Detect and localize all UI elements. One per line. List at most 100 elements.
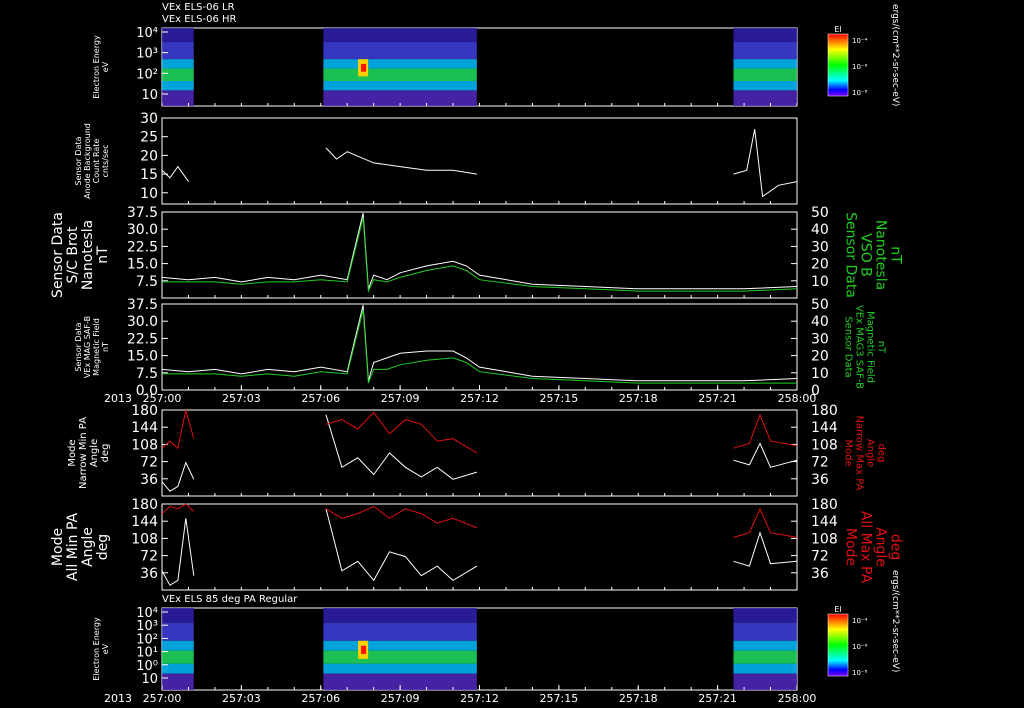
y-axis-label-line: nT: [95, 246, 111, 264]
y2-tick-label: 10: [811, 366, 829, 382]
y2-axis-label-line: Sensor Data: [842, 316, 853, 377]
x-tick-label: 257:18: [619, 392, 658, 405]
colorbar-tick-label: 10⁻⁶: [852, 643, 868, 651]
panel-frame-5: [161, 409, 798, 497]
y2-axis-label-line: Sensor Data: [843, 212, 859, 298]
y-axis-label-line: Electron Energy: [92, 617, 101, 681]
series-red-line-panel5: [325, 411, 478, 454]
y-tick-label: 36: [140, 472, 158, 488]
x-tick-label: 257:21: [698, 392, 737, 405]
y2-tick-label: 30: [811, 331, 829, 347]
x-tick-label: 257:21: [698, 692, 737, 705]
y-tick-label: 7.5: [136, 366, 158, 382]
colorbar-tick-label: 10⁻⁶: [852, 63, 868, 71]
series-white-line-panel2: [161, 165, 189, 182]
series-red-line-panel5: [733, 413, 798, 449]
series-white-line-panel6: [325, 508, 478, 582]
y-axis-label-line: Magnetic Field: [92, 318, 101, 376]
colorbar-unit-bottom: ergs/(cm**2-sr-sec-eV): [890, 570, 900, 672]
y-axis-label-line: eV: [101, 61, 110, 72]
y-axis-label-line: Narrow Min PA: [78, 417, 89, 489]
y2-tick-label: 50: [811, 205, 829, 221]
colorbar-1: [827, 33, 849, 97]
y2-axis-label-line: deg: [875, 444, 886, 463]
x-tick-label: 257:12: [460, 692, 499, 705]
y-axis-label-line: eV: [101, 643, 110, 654]
y-axis-label-line: cnts/sec: [101, 145, 110, 178]
x-tick-label: 257:03: [222, 392, 261, 405]
y-tick-label: 10²: [136, 67, 158, 82]
y-axis-label-line: Sensor Data: [50, 212, 66, 298]
colorbar-2: [827, 613, 849, 677]
colorbar-tick-label: 10⁻⁴: [852, 617, 868, 625]
y-tick-label: 10²: [136, 632, 158, 647]
y-tick-label: 180: [131, 497, 158, 513]
y-tick-label: 30.0: [127, 222, 158, 238]
panel-frame-6: [161, 503, 798, 591]
x-tick-label: 257:00: [143, 392, 182, 405]
y-tick-label: 10: [141, 672, 158, 687]
y-tick-label: 15.0: [127, 349, 158, 365]
y-axis-label-line: deg: [95, 534, 111, 560]
y-tick-label: 72: [140, 455, 158, 471]
series-white-line-panel6: [733, 531, 798, 567]
y2-tick-label: 144: [811, 514, 838, 530]
y2-tick-label: 30: [811, 239, 829, 255]
y2-tick-label: 40: [811, 222, 829, 238]
series-red-line-panel6: [161, 503, 195, 514]
heatmap-block-1-3: [733, 28, 797, 106]
y2-tick-label: 108: [811, 437, 838, 453]
y-tick-label: 15: [140, 167, 158, 183]
series-white-line-panel2: [733, 129, 798, 198]
y-tick-label: 30.0: [127, 314, 158, 330]
y-axis-label-line: Electron Energy: [92, 35, 101, 99]
x-tick-label: 257:18: [619, 692, 658, 705]
y-tick-label: 108: [131, 531, 158, 547]
y-axis-label-line: nT: [101, 342, 110, 352]
y-axis-label-line: VEx MAG SAF-B: [83, 316, 92, 378]
y-axis-label-line: All Min PA: [65, 512, 81, 581]
y2-tick-label: 36: [811, 472, 829, 488]
y-tick-label: 22.5: [127, 331, 158, 347]
x-tick-label: 257:03: [222, 692, 261, 705]
y-axis-label-line: Count Rate: [92, 139, 101, 184]
y-axis-label-line: Anode Background: [83, 123, 92, 199]
colorbar-title-2: El: [834, 605, 841, 614]
bottom-panel-title: VEx ELS 85 deg PA Regular: [162, 594, 298, 605]
y2-axis-label-line: Angle: [873, 527, 889, 567]
y2-axis-label-line: VSO B: [858, 233, 874, 277]
panel-frame-4: [161, 303, 798, 391]
series-red-line-panel5: [161, 409, 195, 450]
y2-axis-label-line: VEx MAG3 SAF-B: [853, 305, 864, 389]
panel-frame-7: [161, 607, 798, 691]
y-tick-label: 20: [140, 148, 158, 164]
y-tick-label: 10: [141, 88, 158, 103]
y-tick-label: 10¹: [136, 646, 158, 661]
x-tick-label: 257:06: [301, 692, 340, 705]
y-axis-label-line: deg: [100, 444, 111, 463]
y2-axis-label-line: deg: [888, 534, 904, 560]
series-white-line-panel3: [161, 212, 798, 290]
y2-axis-label-line: Narrow Max PA: [853, 416, 864, 491]
y-tick-label: 10⁴: [136, 26, 158, 41]
y2-tick-label: 20: [811, 257, 829, 273]
y-tick-label: 10: [140, 186, 158, 202]
y2-tick-label: 108: [811, 531, 838, 547]
series-white-line-panel2: [325, 147, 477, 175]
heatmap-block-7-2: [323, 608, 477, 690]
y2-tick-label: 144: [811, 420, 838, 436]
y-axis-label-line: Angle: [80, 527, 96, 567]
y2-tick-label: 40: [811, 314, 829, 330]
y2-tick-label: 50: [811, 297, 829, 313]
series-green-line-panel3: [162, 217, 798, 294]
y2-axis-label-line: nT: [875, 341, 886, 354]
colorbar-tick-label: 10⁻⁸: [852, 669, 868, 677]
y-axis-label-line: S/C Brot: [65, 226, 81, 283]
series-white-line-panel5: [733, 442, 798, 468]
y-tick-label: 36: [140, 566, 158, 582]
year-label: 2013: [104, 392, 132, 405]
y2-axis-label-line: Mode: [842, 439, 853, 466]
y-tick-label: 37.5: [127, 205, 158, 221]
x-tick-label: 257:12: [460, 392, 499, 405]
heatmap-block-1-2: [323, 28, 477, 106]
